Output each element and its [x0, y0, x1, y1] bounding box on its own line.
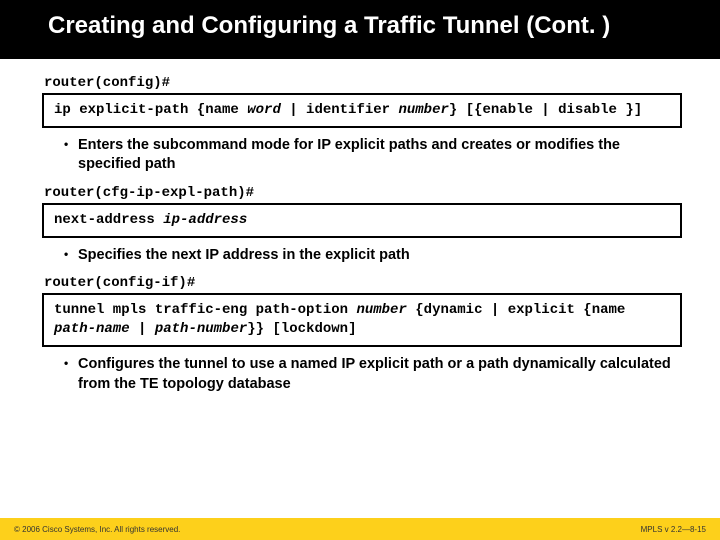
cmd3-var1: number: [356, 302, 406, 318]
bullet-3: Configures the tunnel to use a named IP …: [64, 355, 682, 394]
bullet-list-1: Enters the subcommand mode for IP explic…: [42, 136, 682, 175]
bullet-list-2: Specifies the next IP address in the exp…: [42, 246, 682, 266]
command-box-3: tunnel mpls traffic-eng path-option numb…: [42, 293, 682, 347]
command-box-2: next-address ip-address: [42, 203, 682, 238]
slide-title: Creating and Configuring a Traffic Tunne…: [48, 12, 688, 41]
slide-number: MPLS v 2.2—8-15: [641, 525, 706, 534]
cmd3-var2: path-name: [54, 321, 130, 337]
cmd1-text1: ip explicit-path {name: [54, 102, 247, 118]
prompt-2: router(cfg-ip-expl-path)#: [44, 185, 682, 201]
cmd1-text3: } [{enable | disable }]: [449, 102, 642, 118]
prompt-1: router(config)#: [44, 75, 682, 91]
cmd3-text3: |: [130, 321, 155, 337]
title-bar: Creating and Configuring a Traffic Tunne…: [0, 0, 720, 59]
cmd1-var1: word: [247, 102, 281, 118]
copyright-text: © 2006 Cisco Systems, Inc. All rights re…: [14, 525, 180, 534]
slide-content: router(config)# ip explicit-path {name w…: [0, 59, 720, 394]
cmd3-text1: tunnel mpls traffic-eng path-option: [54, 302, 356, 318]
cmd2-text1: next-address: [54, 212, 163, 228]
cmd3-text2: {dynamic | explicit {name: [407, 302, 625, 318]
cmd3-text4: }} [lockdown]: [247, 321, 356, 337]
command-box-1: ip explicit-path {name word | identifier…: [42, 93, 682, 128]
cmd1-text2: | identifier: [281, 102, 399, 118]
prompt-3: router(config-if)#: [44, 275, 682, 291]
cmd1-var2: number: [398, 102, 448, 118]
cmd3-var3: path-number: [155, 321, 247, 337]
bullet-2: Specifies the next IP address in the exp…: [64, 246, 682, 266]
cmd2-var1: ip-address: [163, 212, 247, 228]
bullet-list-3: Configures the tunnel to use a named IP …: [42, 355, 682, 394]
bullet-1: Enters the subcommand mode for IP explic…: [64, 136, 682, 175]
footer-bar: © 2006 Cisco Systems, Inc. All rights re…: [0, 518, 720, 540]
